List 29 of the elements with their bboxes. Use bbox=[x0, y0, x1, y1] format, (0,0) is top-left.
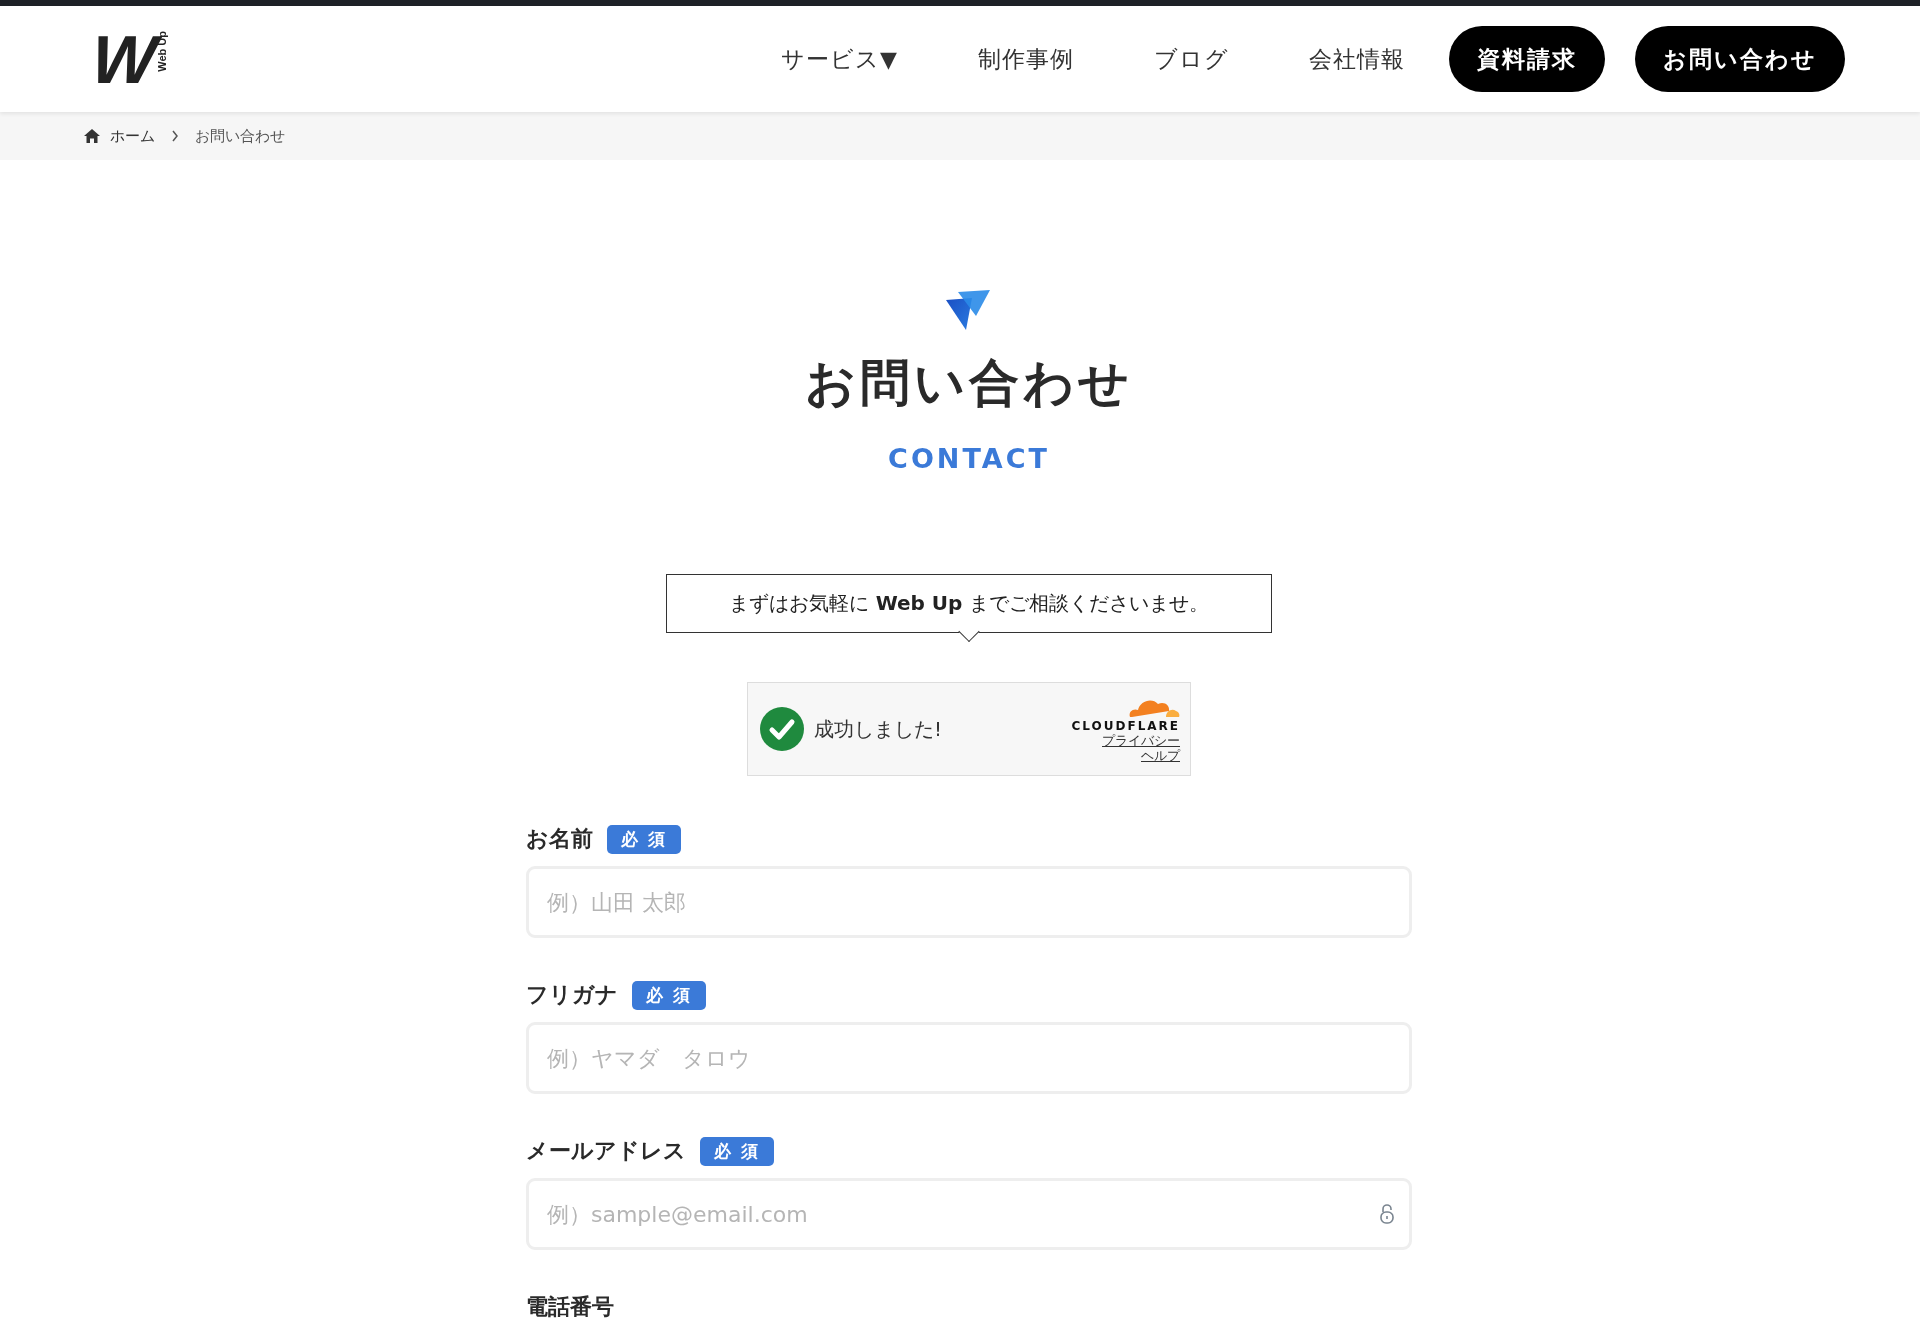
field-label: 電話番号 bbox=[526, 1293, 614, 1320]
page-title: お問い合わせ bbox=[805, 353, 1133, 414]
captcha-status: 成功しました! bbox=[814, 715, 944, 743]
field-label: お名前 bbox=[526, 825, 593, 853]
nav-link[interactable]: サービス▼ bbox=[781, 43, 898, 75]
required-badge: 必 須 bbox=[700, 1136, 774, 1166]
logo[interactable]: W Web Up bbox=[92, 31, 169, 87]
required-badge: 必 須 bbox=[607, 824, 681, 854]
captcha-link[interactable]: プライバシー bbox=[1102, 733, 1180, 748]
field-label: メールアドレス bbox=[526, 1137, 686, 1165]
text-field[interactable]: 例）ヤマダ タロウ bbox=[526, 1022, 1412, 1094]
nav-link[interactable]: 制作事例 bbox=[978, 43, 1074, 75]
captcha-link[interactable]: ヘルプ bbox=[1141, 748, 1180, 763]
lock-icon bbox=[1380, 1204, 1394, 1224]
text-field[interactable]: 例）山田 太郎 bbox=[526, 866, 1412, 938]
brand-label: CLOUDFLARE bbox=[1071, 719, 1180, 733]
page-subtitle: CONTACT bbox=[888, 443, 1050, 474]
arrow-icon bbox=[946, 290, 992, 332]
nav-link[interactable]: ブログ bbox=[1154, 43, 1229, 75]
nav-link[interactable]: 会社情報 bbox=[1309, 43, 1405, 75]
breadcrumb-link[interactable]: ホーム bbox=[110, 126, 155, 146]
required-badge: 必 須 bbox=[632, 980, 706, 1010]
field-label: フリガナ bbox=[526, 981, 618, 1009]
email-field[interactable]: 例）sample@email.com bbox=[526, 1178, 1412, 1250]
home-icon bbox=[84, 129, 100, 143]
chevron-icon bbox=[171, 130, 179, 142]
current-page-label: お問い合わせ bbox=[195, 126, 285, 146]
brochure-button[interactable]: 資料請求 bbox=[1449, 26, 1605, 92]
contact-button[interactable]: お問い合わせ bbox=[1635, 26, 1845, 92]
